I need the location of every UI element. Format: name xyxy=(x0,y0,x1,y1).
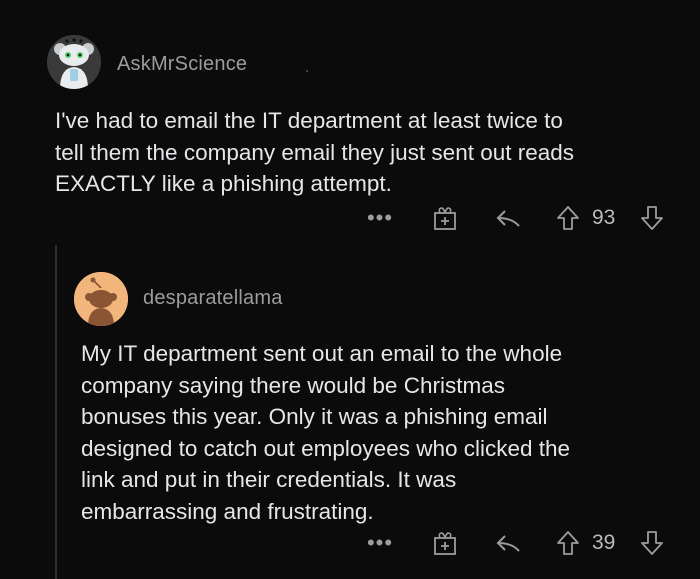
more-options-icon[interactable]: ••• xyxy=(365,528,395,558)
award-icon[interactable] xyxy=(432,530,458,556)
vote-score: 39 xyxy=(592,531,616,554)
vote-score: 93 xyxy=(592,206,616,229)
reply-icon[interactable] xyxy=(494,530,524,556)
upvote-icon[interactable] xyxy=(556,530,580,556)
snoo-avatar-icon xyxy=(47,35,101,89)
comment: AskMrScience I've had to email the IT de… xyxy=(0,0,700,245)
snoo-avatar-icon xyxy=(74,272,128,326)
downvote-icon[interactable] xyxy=(640,530,664,556)
comment-body: I've had to email the IT department at l… xyxy=(55,108,575,196)
downvote-icon[interactable] xyxy=(640,205,664,231)
comment-actions: ••• 93 xyxy=(360,203,670,233)
comment-thread: AskMrScience I've had to email the IT de… xyxy=(0,0,700,579)
avatar[interactable] xyxy=(74,272,128,326)
award-icon[interactable] xyxy=(432,205,458,231)
comment-actions: ••• 39 xyxy=(360,528,670,558)
username[interactable]: AskMrScience xyxy=(117,53,247,76)
upvote-icon[interactable] xyxy=(556,205,580,231)
more-options-icon[interactable]: ••• xyxy=(365,203,395,233)
comment-body: My IT department sent out an email to th… xyxy=(81,341,571,524)
avatar[interactable] xyxy=(47,35,101,89)
separator-dot xyxy=(306,70,308,72)
reply-icon[interactable] xyxy=(494,205,524,231)
username[interactable]: desparatellama xyxy=(143,287,283,310)
